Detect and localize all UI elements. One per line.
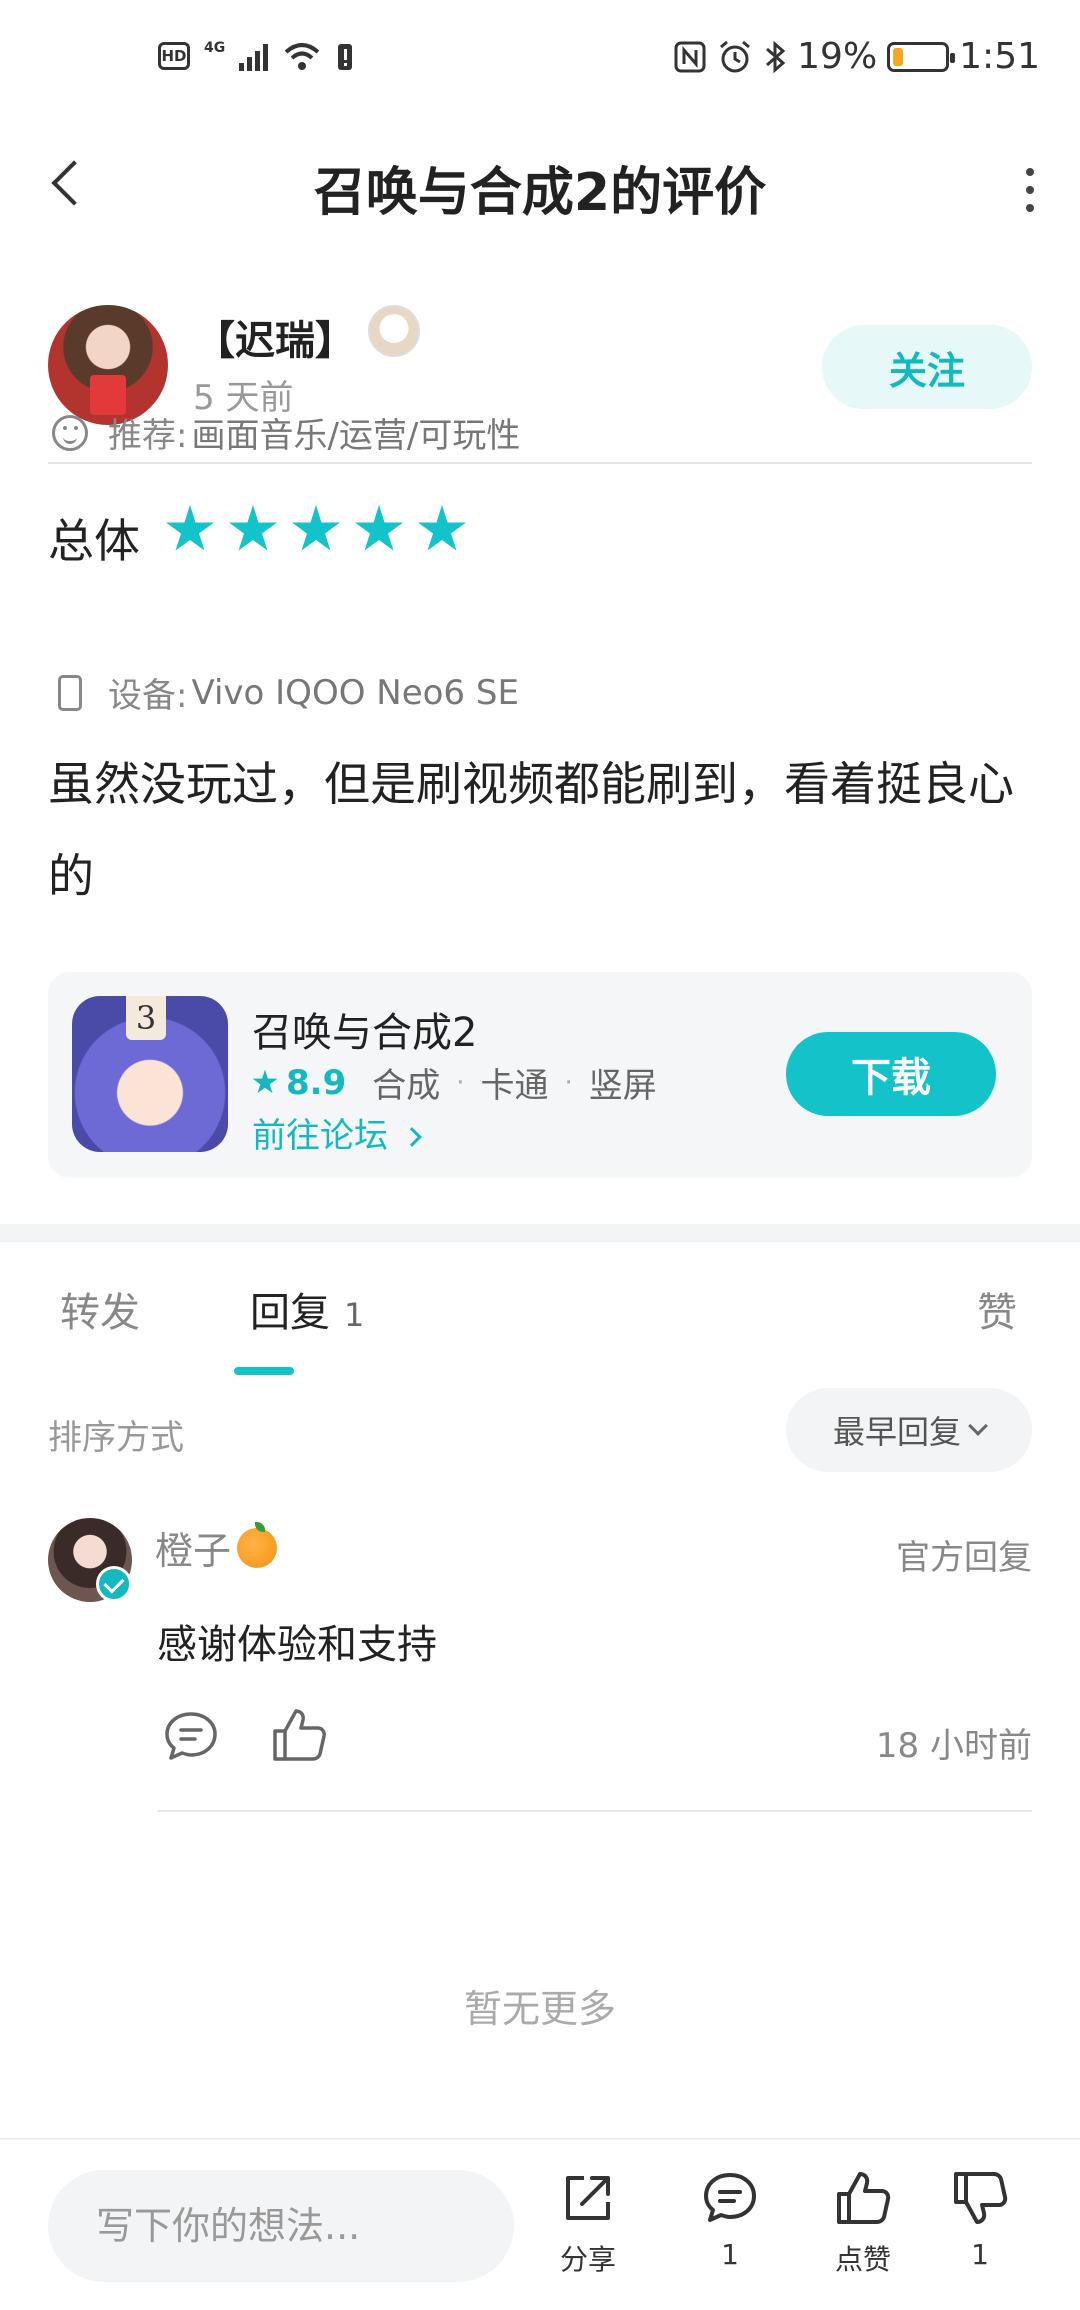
device-label: 设备: [108,676,188,716]
status-bar: HD 4G 19% 1:51 [0,0,1080,120]
tab-reply[interactable]: 回复 1 [250,1280,364,1338]
app-score: 8.9 [286,1062,347,1103]
nfc-icon [674,41,706,72]
forum-link-label: 前往论坛 [252,1116,388,1156]
recommend-label: 推荐: [108,416,188,456]
section-divider [0,1224,1080,1242]
star-icon [166,505,214,551]
recommend-value: 画面音乐/运营/可玩性 [191,416,521,456]
divider [157,1810,1032,1812]
reply-like-icon[interactable] [270,1707,328,1763]
tab-reply-label: 回复 [250,1290,330,1336]
reply-text: 感谢体验和支持 [157,1622,437,1668]
author-avatar[interactable] [48,305,168,425]
bluetooth-icon [766,40,786,73]
reply-author[interactable]: 橙子 [155,1520,278,1575]
star-icon [355,505,403,551]
page-title: 召唤与合成2的评价 [313,163,767,223]
app-tag: 合成 [372,1066,441,1106]
battery-icon [887,41,956,72]
divider [48,462,1032,464]
reply-time: 18 小时前 [875,1726,1032,1766]
star-icon [418,505,466,551]
follow-button[interactable]: 关注 [822,325,1032,409]
more-options-icon[interactable] [1010,160,1050,220]
tab-reply-count: 1 [344,1296,365,1334]
alarm-icon [720,40,751,72]
app-tag: 竖屏 [588,1066,657,1106]
sort-selected: 最早回复 [832,1413,961,1451]
app-card[interactable]: 3 召唤与合成2 8.9 合成 · 卡通 · 竖屏 前往论坛 下载 [48,972,1032,1178]
app-icon-tag: 3 [126,996,166,1040]
recommend-row: 推荐: 画面音乐/运营/可玩性 [52,408,520,457]
official-reply-tag: 官方回复 [896,1538,1032,1578]
phone-icon [58,674,82,711]
status-right-icons: 19% 1:51 [673,36,1040,77]
bottom-bar: 分享 1 点赞 1 [0,2138,1080,2310]
app-tag: 卡通 [480,1066,549,1106]
smile-icon [52,414,88,451]
tab-like[interactable]: 赞 [977,1280,1017,1338]
thumbs-down-icon [954,2172,1008,2224]
like-button[interactable]: 点赞 [818,2170,908,2278]
tab-forward[interactable]: 转发 [60,1280,140,1338]
share-icon [566,2176,610,2220]
chevron-right-icon [401,1127,422,1147]
like-label: 点赞 [834,2243,891,2276]
dislike-button[interactable]: 1 [935,2170,1025,2271]
comment-count: 1 [721,2238,739,2271]
comment-button[interactable]: 1 [685,2170,775,2271]
author-name[interactable]: 【迟瑞】 [195,308,355,366]
sort-dropdown[interactable]: 最早回复 [786,1388,1032,1472]
score-star-icon [252,1069,278,1094]
device-row: 设备: Vivo IQOO Neo6 SE [52,668,519,717]
user-badge-icon [368,305,420,357]
sort-label: 排序方式 [48,1418,184,1458]
battery-percent: 19% [797,36,878,77]
alert-battery-icon [338,44,353,70]
clock: 1:51 [959,36,1040,77]
tab-indicator [234,1367,294,1375]
hd-badge: HD [158,42,190,70]
network-type: 4G [204,40,226,56]
status-left-icons: HD 4G [158,40,354,72]
device-value: Vivo IQOO Neo6 SE [191,672,519,713]
app-meta: 8.9 合成 · 卡通 · 竖屏 [252,1058,657,1107]
star-rating [165,505,467,555]
share-button[interactable]: 分享 [543,2170,633,2278]
comment-icon [704,2173,756,2222]
app-name[interactable]: 召唤与合成2 [252,1000,477,1058]
star-icon [292,505,340,551]
signal-icon [239,41,269,71]
orange-emoji-icon [237,1521,278,1568]
overall-rating-label: 总体 [48,514,140,568]
share-label: 分享 [559,2243,616,2276]
reply-comment-icon[interactable] [163,1710,219,1762]
tab-like-label: 赞 [977,1290,1017,1336]
review-text: 虽然没玩过，但是刷视频都能刷到，看着挺良心的 [48,757,1014,903]
dislike-count: 1 [971,2238,989,2271]
chevron-down-icon [968,1416,988,1436]
star-icon [229,505,277,551]
comment-input[interactable] [48,2170,514,2282]
verified-icon [96,1566,132,1602]
reply-author-name: 橙子 [155,1529,232,1573]
wifi-icon [284,43,320,70]
app-icon[interactable]: 3 [72,996,228,1152]
forum-link[interactable]: 前往论坛 [252,1108,422,1157]
thumbs-up-icon [837,2172,891,2224]
tab-forward-label: 转发 [60,1290,140,1336]
list-end-text: 暂无更多 [463,1987,616,2031]
download-button[interactable]: 下载 [786,1032,996,1116]
